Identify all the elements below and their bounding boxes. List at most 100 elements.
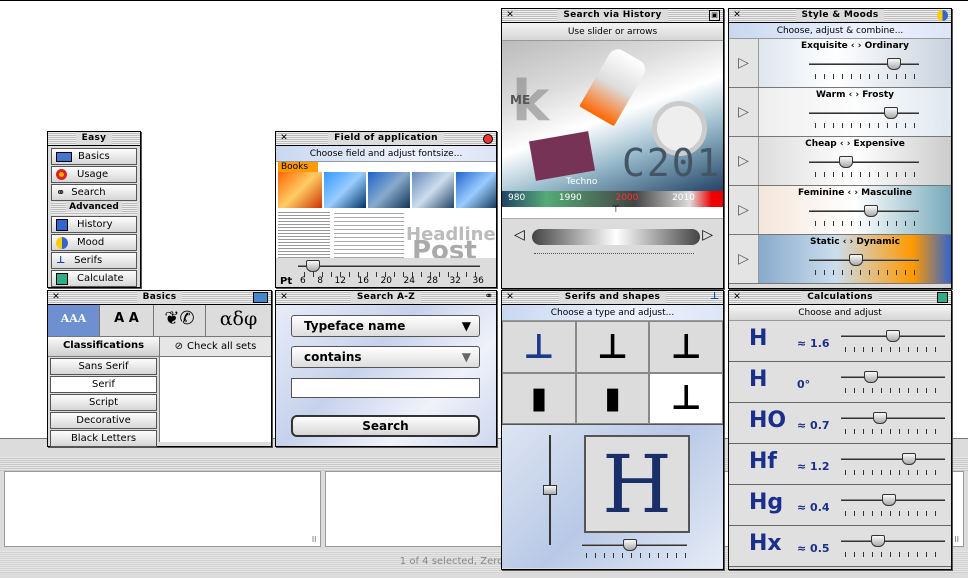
calc-thumb[interactable] — [870, 535, 885, 547]
play-arrow-icon[interactable]: ▷ — [729, 88, 759, 136]
field-titlebar[interactable]: ✕ Field of application — [276, 132, 496, 146]
class-item-black-letters[interactable]: Black Letters — [50, 430, 157, 447]
mood-thumb[interactable] — [849, 254, 863, 266]
class-item-sans-serif[interactable]: Sans Serif — [50, 358, 157, 375]
collapse-icon[interactable]: ▣ — [709, 10, 720, 21]
history-jog-wheel[interactable] — [532, 229, 700, 245]
field-thumbnail[interactable] — [456, 172, 496, 208]
pt-value: 36 — [472, 276, 484, 286]
typeface-dropdown-value: Typeface name — [304, 319, 406, 333]
mood-track[interactable] — [809, 259, 919, 261]
books-tab[interactable]: Books — [278, 162, 318, 172]
close-icon[interactable]: ✕ — [505, 11, 515, 21]
play-arrow-icon[interactable]: ▷ — [729, 235, 759, 283]
easy-basics-button[interactable]: Basics — [51, 148, 137, 165]
close-icon[interactable]: ✕ — [505, 293, 515, 303]
operator-dropdown[interactable]: contains ▼ — [291, 346, 480, 368]
mood-thumb[interactable] — [884, 107, 898, 119]
mood-ticks — [815, 270, 915, 275]
calc-thumb[interactable] — [872, 412, 887, 424]
year-label: 980 — [508, 193, 526, 203]
arrow-left-icon[interactable]: ◁ — [514, 227, 525, 243]
calc-subtitle: Choose and adjust — [729, 305, 951, 321]
column-resize-handle[interactable]: ll — [312, 535, 316, 544]
serif-option-slab[interactable]: ⊥ — [502, 321, 576, 373]
style-subtitle: Choose, adjust & combine... — [729, 23, 951, 39]
class-item-decorative[interactable]: Decorative — [50, 412, 157, 429]
field-thumbnail[interactable] — [324, 172, 366, 208]
mood-thumb[interactable] — [864, 205, 878, 217]
play-arrow-icon[interactable]: ▷ — [729, 137, 759, 185]
basics-window-icon[interactable] — [253, 292, 268, 303]
calc-value: ≈ 1.6 — [797, 337, 830, 350]
tab-font-sizes[interactable]: AAA — [48, 305, 100, 336]
fontsize-track[interactable] — [298, 265, 480, 267]
serif-option-flare[interactable]: ▮ — [502, 372, 576, 424]
calc-thumb[interactable] — [881, 494, 896, 506]
calc-titlebar[interactable]: ✕ Calculations — [729, 291, 951, 305]
class-item-script[interactable]: Script — [50, 394, 157, 411]
close-icon[interactable]: ✕ — [279, 293, 289, 303]
style-titlebar[interactable]: ✕ Style & Moods — [729, 9, 951, 23]
arrow-right-icon[interactable]: ▷ — [702, 227, 713, 243]
vertical-thumb[interactable] — [543, 485, 557, 495]
calc-track[interactable] — [841, 458, 945, 460]
history-progress-line — [534, 253, 694, 254]
calc-thumb[interactable] — [886, 330, 900, 342]
class-item-serif[interactable]: Serif — [50, 376, 157, 393]
easy-usage-button[interactable]: Usage — [51, 166, 137, 183]
play-arrow-icon[interactable]: ▷ — [729, 186, 759, 234]
mood-track[interactable] — [809, 63, 919, 65]
fontsize-thumb[interactable] — [306, 260, 321, 272]
mood-track[interactable] — [809, 112, 919, 114]
calc-track[interactable] — [841, 540, 945, 542]
typeface-dropdown[interactable]: Typeface name ▼ — [291, 315, 480, 337]
finder-column[interactable]: ll — [4, 471, 322, 547]
mood-track[interactable] — [809, 161, 919, 163]
easy-serifs-button[interactable]: ⊥ Serifs — [51, 252, 137, 269]
column-resize-handle[interactable]: ll — [955, 535, 959, 544]
serif-option-sans[interactable]: ▮ — [575, 372, 650, 424]
search-text-input[interactable] — [291, 378, 480, 398]
basics-titlebar[interactable]: ✕ Basics — [48, 291, 271, 305]
calc-thumb[interactable] — [902, 453, 917, 465]
play-arrow-icon[interactable]: ▷ — [729, 39, 759, 87]
history-titlebar[interactable]: ✕ Search via History ▣ — [502, 9, 723, 23]
mood-icon[interactable] — [937, 10, 948, 21]
tab-symbols[interactable]: ❦✆ — [154, 305, 206, 336]
horizontal-thumb[interactable] — [623, 539, 638, 551]
easy-calculate-button[interactable]: Calculate — [51, 270, 137, 287]
serifs-titlebar[interactable]: ✕ Serifs and shapes ⊥ — [502, 291, 723, 305]
search-az-titlebar[interactable]: ✕ Search A-Z ⚭ — [276, 291, 496, 305]
calculator-icon[interactable] — [937, 292, 948, 303]
calc-row: Hf ≈ 1.2 — [729, 444, 951, 485]
easy-titlebar[interactable]: Easy — [48, 132, 140, 146]
tab-widths[interactable]: A A — [100, 305, 154, 336]
serif-option-hairline[interactable]: ⊥ — [649, 372, 723, 424]
serif-option-wedge[interactable]: ⊥ — [649, 321, 723, 373]
calc-track[interactable] — [841, 417, 945, 419]
close-icon[interactable]: ✕ — [279, 134, 289, 144]
check-all-button[interactable]: ⊘ Check all sets — [160, 337, 271, 357]
close-icon[interactable]: ✕ — [732, 11, 742, 21]
field-thumbnail[interactable] — [412, 172, 454, 208]
serif-preview-area: H — [502, 425, 723, 568]
mood-thumb[interactable] — [887, 58, 901, 70]
close-icon[interactable]: ✕ — [51, 293, 61, 303]
calc-track[interactable] — [841, 376, 945, 378]
easy-search-button[interactable]: ⚭ Search — [51, 184, 137, 201]
calc-window: ✕ Calculations Choose and adjust H ≈ 1.6 H 0… — [728, 290, 952, 570]
tab-greek[interactable]: αδφ — [206, 305, 271, 336]
easy-mood-button[interactable]: Mood — [51, 234, 137, 251]
field-thumbnail[interactable] — [368, 172, 410, 208]
easy-history-button[interactable]: History — [51, 216, 137, 233]
close-icon[interactable]: ✕ — [732, 293, 742, 303]
stop-icon[interactable] — [483, 134, 493, 144]
calc-thumb[interactable] — [863, 371, 878, 383]
serif-option-bracket[interactable]: ⊥ — [575, 321, 650, 373]
books-thumbnail[interactable] — [278, 172, 322, 208]
mood-thumb[interactable] — [839, 156, 853, 168]
serif-grid: ⊥ ⊥ ⊥ ▮ ▮ ⊥ — [502, 321, 723, 425]
mood-label: Feminine ‹ › Masculine — [798, 188, 912, 198]
search-button[interactable]: Search — [291, 415, 480, 437]
